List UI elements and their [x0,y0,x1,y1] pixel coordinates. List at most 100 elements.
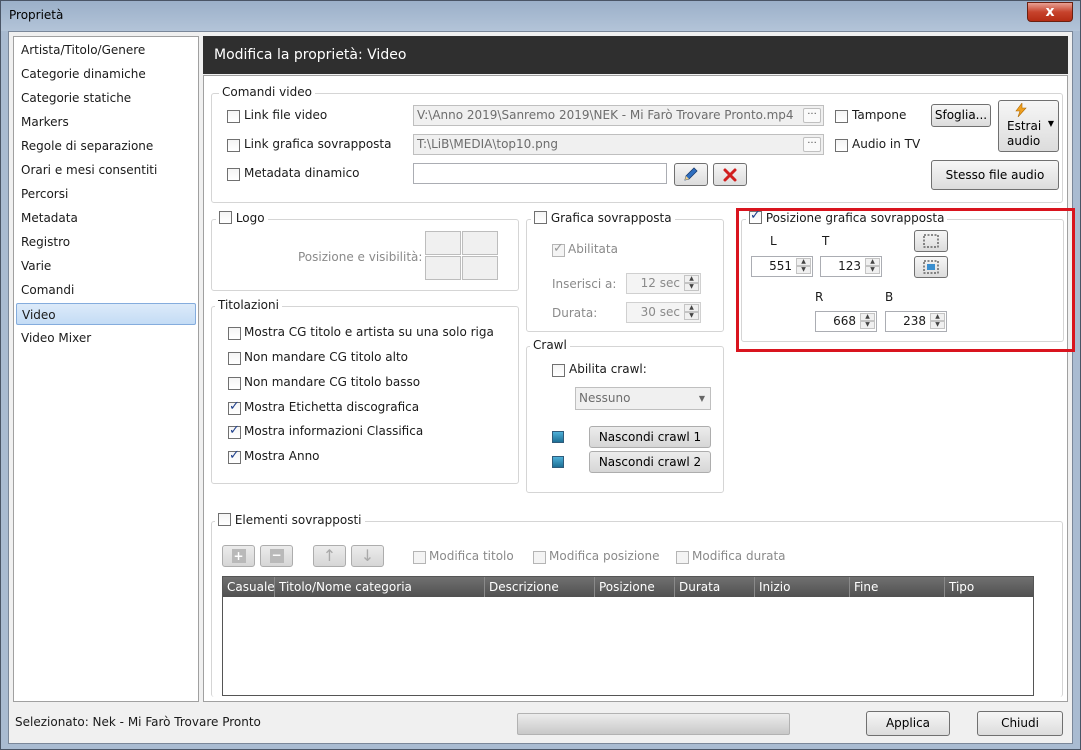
link-file-video-input[interactable]: V:\Anno 2019\Sanremo 2019\NEK - Mi Farò … [413,105,824,126]
modifica-posizione-label: Modifica posizione [549,549,660,563]
sidebar-item-artista[interactable]: Artista/Titolo/Genere [16,39,196,61]
column-fine[interactable]: Fine [850,577,945,597]
column-descrizione[interactable]: Descrizione [485,577,595,597]
spin-down-icon[interactable]: ▼ [684,283,699,291]
titolazioni-option-4-checkbox[interactable] [228,423,241,439]
tampone-checkbox[interactable] [835,110,848,123]
metadata-dinamico-input[interactable] [413,163,667,184]
titolazioni-option-0-checkbox[interactable] [228,327,241,340]
titolazioni-option-5-checkbox[interactable] [228,448,241,464]
column-titolo[interactable]: Titolo/Nome categoria [275,577,485,597]
red-x-icon [723,168,737,182]
nascondi-crawl-2-button[interactable]: Nascondi crawl 2 [589,451,711,473]
logo-position-bottom-right[interactable] [462,256,498,280]
remove-element-button[interactable]: − [260,545,293,567]
sidebar-item-orari[interactable]: Orari e mesi consentiti [16,159,196,181]
move-down-button[interactable]: ↓ [351,545,384,567]
sidebar-item-categorie-dinamiche[interactable]: Categorie dinamiche [16,63,196,85]
abilitata-checkbox[interactable] [552,241,565,257]
move-up-button[interactable]: ↑ [313,545,346,567]
elementi-checkbox[interactable] [218,513,231,526]
grafica-checkbox[interactable] [534,211,547,224]
add-element-button[interactable]: + [222,545,255,567]
sidebar-item-markers[interactable]: Markers [16,111,196,133]
preview-area-button[interactable] [914,256,948,278]
progress-bar [517,713,790,735]
audio-in-tv-checkbox[interactable] [835,139,848,152]
link-grafica-checkbox[interactable] [227,139,240,152]
spin-down-icon[interactable]: ▼ [930,321,945,329]
spin-up-icon[interactable]: ▲ [865,258,880,266]
select-area-button[interactable] [914,230,948,252]
estrai-audio-label-1: Estrai [1007,119,1042,133]
sidebar-item-varie[interactable]: Varie [16,255,196,277]
property-sidebar: Artista/Titolo/Genere Categorie dinamich… [13,36,199,702]
sidebar-item-video-mixer[interactable]: Video Mixer [16,327,196,349]
spin-up-icon[interactable]: ▲ [796,258,811,266]
logo-checkbox[interactable] [219,211,232,224]
metadata-dinamico-checkbox[interactable] [227,168,240,181]
B-stepper[interactable]: 238 ▲ ▼ [885,311,947,332]
posizione-checkbox[interactable] [749,208,762,224]
L-value: 551 [769,259,792,273]
R-stepper[interactable]: 668 ▲ ▼ [815,311,877,332]
abilita-crawl-checkbox[interactable] [552,364,565,377]
link-file-video-checkbox[interactable] [227,110,240,123]
column-posizione[interactable]: Posizione [595,577,675,597]
durata-stepper[interactable]: 30 sec ▲ ▼ [626,302,701,323]
applica-button[interactable]: Applica [866,711,950,736]
spin-up-icon[interactable]: ▲ [860,313,875,321]
spin-down-icon[interactable]: ▼ [684,312,699,320]
minus-icon: − [269,548,284,563]
titolazioni-option-1-label: Non mandare CG titolo alto [244,350,409,364]
spin-down-icon[interactable]: ▼ [860,321,875,329]
inserisci-label: Inserisci a: [552,277,617,291]
sfoglia-button[interactable]: Sfoglia... [931,104,991,127]
column-inizio[interactable]: Inizio [755,577,850,597]
close-window-button[interactable]: x [1027,2,1073,22]
chiudi-button[interactable]: Chiudi [977,711,1063,736]
title-bar[interactable]: Proprietà x [1,1,1080,31]
titolazioni-option-2-checkbox[interactable] [228,377,241,390]
logo-position-top-left[interactable] [425,231,461,255]
inserisci-stepper[interactable]: 12 sec ▲ ▼ [626,273,701,294]
titolazioni-option-1-checkbox[interactable] [228,352,241,365]
stesso-file-audio-button[interactable]: Stesso file audio [931,160,1059,190]
modifica-posizione-checkbox[interactable] [533,551,546,564]
browse-video-button[interactable]: ··· [803,108,821,123]
sidebar-item-comandi[interactable]: Comandi [16,279,196,301]
column-tipo[interactable]: Tipo [945,577,1033,597]
titolazioni-option-3-checkbox[interactable] [228,399,241,415]
crawl-2-color-swatch [552,456,564,468]
elementi-table[interactable]: Casuale Titolo/Nome categoria Descrizion… [222,576,1034,696]
spin-up-icon[interactable]: ▲ [930,313,945,321]
estrai-audio-button[interactable]: Estrai audio ▼ [998,100,1059,152]
spin-up-icon[interactable]: ▲ [684,304,699,312]
sidebar-item-regole[interactable]: Regole di separazione [16,135,196,157]
spin-down-icon[interactable]: ▼ [796,266,811,274]
browse-grafica-button[interactable]: ··· [803,137,821,152]
sidebar-item-metadata[interactable]: Metadata [16,207,196,229]
clear-metadata-button[interactable] [713,163,747,186]
nascondi-crawl-1-button[interactable]: Nascondi crawl 1 [589,426,711,448]
edit-metadata-button[interactable] [674,163,708,186]
spin-up-icon[interactable]: ▲ [684,275,699,283]
inserisci-value: 12 sec [640,276,680,290]
sidebar-item-percorsi[interactable]: Percorsi [16,183,196,205]
T-stepper[interactable]: 123 ▲ ▼ [820,256,882,277]
posizione-grafica-group: Posizione grafica sovrapposta L T 551 ▲▼… [741,208,1064,342]
crawl-select[interactable]: Nessuno ▼ [575,387,711,410]
logo-position-bottom-left[interactable] [425,256,461,280]
modifica-titolo-checkbox[interactable] [413,551,426,564]
L-stepper[interactable]: 551 ▲ ▼ [751,256,813,277]
column-durata[interactable]: Durata [675,577,755,597]
link-grafica-input[interactable]: T:\LiB\MEDIA\top10.png ··· [413,134,824,155]
grafica-sovrapposta-group: Grafica sovrapposta Abilitata Inserisci … [526,211,724,332]
logo-position-top-right[interactable] [462,231,498,255]
spin-down-icon[interactable]: ▼ [865,266,880,274]
sidebar-item-registro[interactable]: Registro [16,231,196,253]
sidebar-item-categorie-statiche[interactable]: Categorie statiche [16,87,196,109]
modifica-durata-checkbox[interactable] [676,551,689,564]
sidebar-item-video[interactable]: Video [16,303,196,325]
column-casuale[interactable]: Casuale [223,577,275,597]
